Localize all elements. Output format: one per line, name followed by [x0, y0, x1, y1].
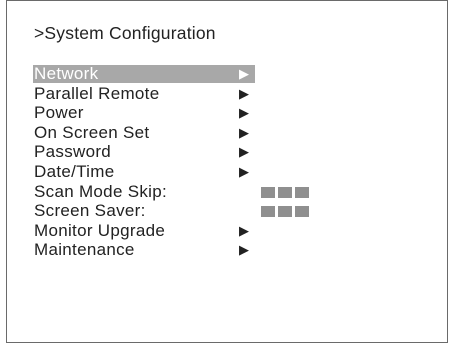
submenu-arrow-icon: ▶: [239, 144, 250, 160]
menu-item-label: Parallel Remote: [34, 83, 160, 103]
menu-item-screen-saver[interactable]: Screen Saver:: [33, 201, 309, 221]
submenu-arrow-icon: ▶: [239, 124, 250, 140]
menu-item-label: On Screen Set: [34, 122, 150, 142]
submenu-arrow-icon: ▶: [239, 222, 250, 238]
menu-item-monitor-upgrade[interactable]: Monitor Upgrade ▶: [33, 221, 263, 241]
submenu-arrow-icon: ▶: [239, 85, 250, 101]
menu-item-on-screen-set[interactable]: On Screen Set ▶: [33, 123, 263, 143]
menu-item-network[interactable]: Network ▶: [33, 64, 255, 84]
submenu-arrow-icon: ▶: [239, 66, 250, 81]
menu-item-label: Network: [34, 64, 99, 83]
menu-item-power[interactable]: Power ▶: [33, 103, 263, 123]
menu-item-label: Maintenance: [34, 240, 135, 260]
menu-title: >System Configuration: [34, 23, 216, 43]
menu-item-label: Power: [34, 103, 84, 123]
setting-value-placeholder: [261, 206, 309, 218]
submenu-arrow-icon: ▶: [239, 242, 250, 258]
menu-item-label: Password: [34, 142, 112, 162]
menu-item-password[interactable]: Password ▶: [33, 142, 263, 162]
menu-item-label: Date/Time: [34, 161, 115, 181]
menu-item-scan-mode-skip[interactable]: Scan Mode Skip:: [33, 181, 309, 202]
menu-item-parallel-remote[interactable]: Parallel Remote ▶: [33, 84, 263, 104]
menu-item-label: Screen Saver:: [34, 201, 146, 221]
menu-item-label: Scan Mode Skip:: [34, 181, 168, 201]
submenu-arrow-icon: ▶: [239, 163, 250, 179]
system-configuration-menu: Network ▶ Parallel Remote ▶ Power ▶ On S…: [33, 64, 309, 260]
setting-value-placeholder: [261, 186, 309, 198]
menu-item-date-time[interactable]: Date/Time ▶: [33, 162, 263, 182]
menu-item-label: Monitor Upgrade: [34, 220, 166, 240]
submenu-arrow-icon: ▶: [239, 105, 250, 121]
osd-menu-frame: >System Configuration Network ▶ Parallel…: [6, 0, 448, 343]
menu-item-maintenance[interactable]: Maintenance ▶: [33, 240, 263, 260]
